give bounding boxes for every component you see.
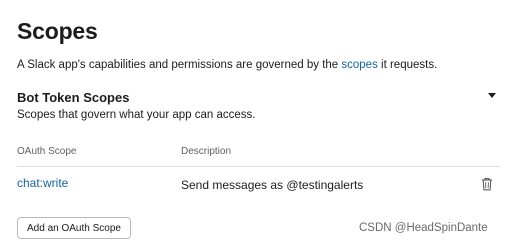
intro-text: A Slack app's capabilities and permissio… [17, 59, 437, 71]
scope-description: Send messages as @testingalerts [181, 178, 364, 192]
intro-text-before: A Slack app's capabilities and permissio… [17, 59, 342, 71]
page-title: Scopes [17, 18, 98, 44]
section-title: Bot Token Scopes [17, 90, 130, 105]
scopes-link[interactable]: scopes [341, 59, 377, 71]
section-subtitle: Scopes that govern what your app can acc… [17, 109, 256, 121]
caret-down-icon[interactable] [488, 93, 496, 98]
scope-name-link[interactable]: chat:write [17, 176, 68, 190]
trash-icon[interactable] [480, 177, 494, 191]
column-header-oauth-scope: OAuth Scope [17, 146, 77, 157]
watermark: CSDN @HeadSpinDante [359, 222, 488, 234]
add-oauth-scope-button[interactable]: Add an OAuth Scope [17, 217, 131, 239]
table-divider [17, 166, 500, 167]
column-header-description: Description [181, 146, 232, 157]
intro-text-after: it requests. [377, 59, 438, 71]
